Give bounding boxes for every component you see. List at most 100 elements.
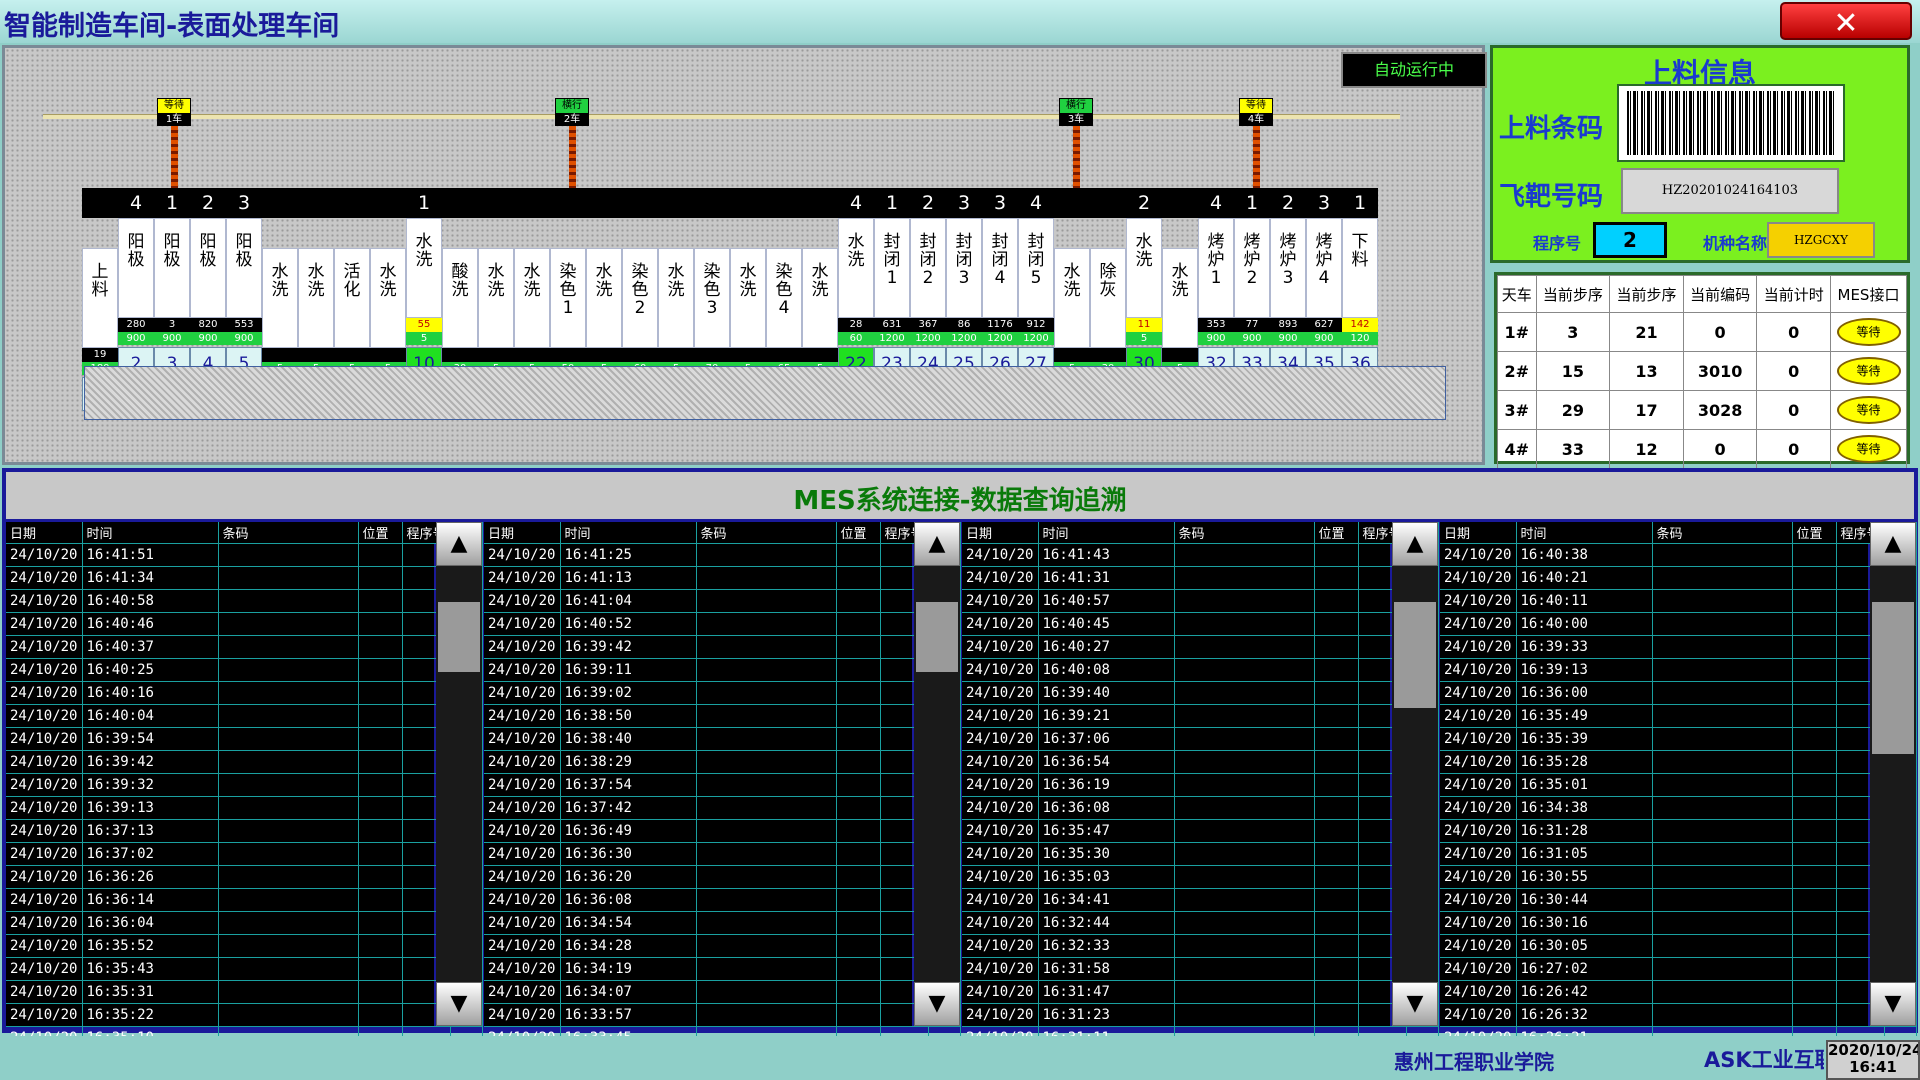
mes-data-row[interactable]: 24/10/20 16:37:06 — [962, 727, 1439, 751]
mes-data-row[interactable]: 24/10/20 16:30:55 — [1440, 865, 1917, 889]
mes-status-button[interactable]: 等待 — [1836, 396, 1901, 424]
tank-5[interactable]: 3 阳极 553 900 5 — [226, 188, 262, 381]
tank-23[interactable]: 1 封闭1 631 1200 23 — [874, 188, 910, 381]
mes-data-row[interactable]: 24/10/20 16:40:52 — [484, 612, 961, 636]
mes-data-row[interactable]: 24/10/20 16:36:00 — [1440, 681, 1917, 705]
mes-data-row[interactable]: 24/10/20 16:39:02 — [484, 681, 961, 705]
scroll-thumb[interactable] — [1394, 602, 1436, 708]
model-name-field[interactable]: HZGCXY — [1767, 222, 1875, 258]
tank-30[interactable]: 2 水洗 11 5 30 — [1126, 188, 1162, 381]
mes-data-row[interactable]: 24/10/20 16:34:28 — [484, 934, 961, 958]
mes-scrollbar-2[interactable]: ▲ ▼ — [914, 522, 960, 1026]
mes-data-row[interactable]: 24/10/20 16:41:34 — [6, 566, 483, 590]
mes-data-row[interactable]: 24/10/20 16:40:08 — [962, 658, 1439, 682]
mes-data-row[interactable]: 24/10/20 16:36:19 — [962, 773, 1439, 797]
mes-data-row[interactable]: 24/10/20 16:40:16 — [6, 681, 483, 705]
mes-data-row[interactable]: 24/10/20 16:41:04 — [484, 589, 961, 613]
mes-data-row[interactable]: 24/10/20 16:37:13 — [6, 819, 483, 843]
mes-data-row[interactable]: 24/10/20 16:35:01 — [1440, 773, 1917, 797]
tank-4[interactable]: 2 阳极 820 900 4 — [190, 188, 226, 381]
mes-data-row[interactable]: 24/10/20 16:39:32 — [6, 773, 483, 797]
mes-data-row[interactable]: 24/10/20 16:39:11 — [484, 658, 961, 682]
mes-data-row[interactable]: 24/10/20 16:40:27 — [962, 635, 1439, 659]
scroll-thumb[interactable] — [438, 602, 480, 672]
mes-data-row[interactable]: 24/10/20 16:39:13 — [1440, 658, 1917, 682]
tank-34[interactable]: 2 烤炉3 893 900 34 — [1270, 188, 1306, 381]
mes-data-row[interactable]: 24/10/20 16:31:58 — [962, 957, 1439, 981]
mes-data-row[interactable]: 24/10/20 16:35:47 — [962, 819, 1439, 843]
mes-data-row[interactable]: 24/10/20 16:37:02 — [6, 842, 483, 866]
mes-data-row[interactable]: 24/10/20 16:40:00 — [1440, 612, 1917, 636]
mes-data-row[interactable]: 24/10/20 16:39:40 — [962, 681, 1439, 705]
mes-data-row[interactable]: 24/10/2016:30:44 — [1440, 888, 1917, 912]
mes-data-row[interactable]: 24/10/20 16:34:41 — [962, 888, 1439, 912]
tank-22[interactable]: 4 水洗 28 60 22 — [838, 188, 874, 381]
mes-data-row[interactable]: 24/10/20 16:34:54 — [484, 911, 961, 935]
tank-10[interactable]: 1 水洗 55 5 10 — [406, 188, 442, 381]
mes-data-row[interactable]: 24/10/20 16:39:21 — [962, 704, 1439, 728]
mes-data-row[interactable]: 24/10/20 16:37:54 — [484, 773, 961, 797]
mes-data-row[interactable]: 24/10/20 16:39:42 — [484, 635, 961, 659]
mes-status-button[interactable]: 等待 — [1836, 357, 1901, 385]
mes-data-row[interactable]: 24/10/20 16:35:43 — [6, 957, 483, 981]
mes-data-row[interactable]: 24/10/20 16:35:52 — [6, 934, 483, 958]
tank-35[interactable]: 3 烤炉4 627 900 35 — [1306, 188, 1342, 381]
mes-data-row[interactable]: 24/10/20 16:31:05 — [1440, 842, 1917, 866]
mes-data-row[interactable]: 24/10/20 16:36:08 — [962, 796, 1439, 820]
mes-data-row[interactable]: 24/10/20 16:40:37 — [6, 635, 483, 659]
mes-data-row[interactable]: 24/10/20 16:36:04 — [6, 911, 483, 935]
mes-data-row[interactable]: 24/10/20 16:32:44 — [962, 911, 1439, 935]
mes-data-row[interactable]: 24/10/20 16:36:26 — [6, 865, 483, 889]
tank-27[interactable]: 4 封闭5 912 1200 27 — [1018, 188, 1054, 381]
mes-data-row[interactable]: 24/10/20 16:40:45 — [962, 612, 1439, 636]
mes-status-button[interactable]: 等待 — [1836, 435, 1901, 463]
tank-36[interactable]: 1 下料 142 120 36 — [1342, 188, 1378, 381]
tank-33[interactable]: 1 烤炉2 77 900 33 — [1234, 188, 1270, 381]
mes-data-row[interactable]: 24/10/20 16:41:43 — [962, 543, 1439, 567]
mes-data-row[interactable]: 24/10/20 16:38:50 — [484, 704, 961, 728]
mes-data-row[interactable]: 24/10/20 16:36:54 — [962, 750, 1439, 774]
mes-data-row[interactable]: 24/10/20 16:34:07 — [484, 980, 961, 1004]
tank-24[interactable]: 2 封闭2 367 1200 24 — [910, 188, 946, 381]
mes-data-row[interactable]: 24/10/20 16:40:25 — [6, 658, 483, 682]
mes-data-row[interactable]: 24/10/20 16:38:40 — [484, 727, 961, 751]
mes-data-row[interactable]: 24/10/20 16:36:08 — [484, 888, 961, 912]
scroll-down-button[interactable]: ▼ — [1392, 982, 1438, 1026]
mes-scrollbar-4[interactable]: ▲ ▼ — [1870, 522, 1916, 1026]
tank-2[interactable]: 4 阳极 280 900 2 — [118, 188, 154, 381]
mes-data-row[interactable]: 24/10/20 16:30:05 — [1440, 934, 1917, 958]
mes-data-row[interactable]: 24/10/20 16:27:02 — [1440, 957, 1917, 981]
mes-data-row[interactable]: 24/10/20 16:34:19 — [484, 957, 961, 981]
scroll-thumb[interactable] — [916, 602, 958, 672]
mes-data-row[interactable]: 24/10/20 16:40:46 — [6, 612, 483, 636]
scroll-up-button[interactable]: ▲ — [1392, 522, 1438, 566]
close-button[interactable]: ✕ — [1780, 2, 1912, 41]
mes-data-row[interactable]: 24/10/20 16:39:13 — [6, 796, 483, 820]
mes-scrollbar-1[interactable]: ▲ ▼ — [436, 522, 482, 1026]
mes-data-row[interactable]: 24/10/20 16:40:11 — [1440, 589, 1917, 613]
mes-data-row[interactable]: 24/10/20 16:35:30 — [962, 842, 1439, 866]
mes-data-row[interactable]: 24/10/20 16:31:47 — [962, 980, 1439, 1004]
mes-data-row[interactable]: 24/10/20 16:26:42 — [1440, 980, 1917, 1004]
mes-data-row[interactable]: 24/10/20 16:34:38 — [1440, 796, 1917, 820]
mes-data-row[interactable]: 24/10/20 16:39:33 — [1440, 635, 1917, 659]
tank-32[interactable]: 4 烤炉1 353 900 32 — [1198, 188, 1234, 381]
mes-data-row[interactable]: 24/10/20 16:38:29 — [484, 750, 961, 774]
scroll-up-button[interactable]: ▲ — [1870, 522, 1916, 566]
mes-data-row[interactable]: 24/10/20 16:39:42 — [6, 750, 483, 774]
mes-scrollbar-3[interactable]: ▲ ▼ — [1392, 522, 1438, 1026]
program-number-field[interactable]: 2 — [1593, 222, 1667, 258]
scroll-down-button[interactable]: ▼ — [1870, 982, 1916, 1026]
tank-26[interactable]: 3 封闭4 1176 1200 26 — [982, 188, 1018, 381]
mes-data-row[interactable]: 24/10/20 16:40:21 — [1440, 566, 1917, 590]
mes-data-row[interactable]: 24/10/20 16:36:20 — [484, 865, 961, 889]
mes-data-row[interactable]: 24/10/20 16:39:54 — [6, 727, 483, 751]
target-number-field[interactable]: HZ20201024164103 — [1621, 168, 1839, 214]
mes-data-row[interactable]: 24/10/20 16:30:16 — [1440, 911, 1917, 935]
scroll-up-button[interactable]: ▲ — [436, 522, 482, 566]
mes-data-row[interactable]: 24/10/20 16:33:57 — [484, 1003, 961, 1027]
mes-data-row[interactable]: 24/10/20 16:31:28 — [1440, 819, 1917, 843]
scroll-up-button[interactable]: ▲ — [914, 522, 960, 566]
mes-data-row[interactable]: 24/10/20 16:35:31 — [6, 980, 483, 1004]
mes-data-row[interactable]: 24/10/20 16:40:58 — [6, 589, 483, 613]
